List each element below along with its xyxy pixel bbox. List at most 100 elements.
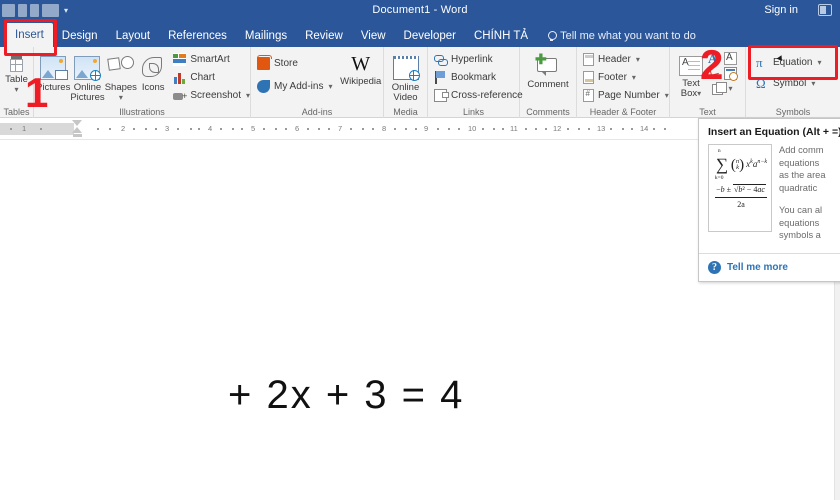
group-label-tables: Tables xyxy=(3,107,30,117)
store-icon xyxy=(257,55,272,70)
screentip-body: n ∑ k=0 (n k) xkan−k −b ± √b² − 4ac 2a Add… xyxy=(699,138,840,242)
group-label-comments: Comments xyxy=(526,107,570,117)
ribbon: Table▾ Tables Pictures Online Pictures xyxy=(0,47,840,118)
group-label-addins: Add-ins xyxy=(301,107,333,117)
tab-references[interactable]: References xyxy=(159,25,236,47)
cross-reference-button[interactable]: Cross-reference xyxy=(434,88,523,103)
page-number-button[interactable]: Page Number ▾ xyxy=(583,88,669,103)
text-box-button[interactable]: Text Box▾ xyxy=(674,49,708,99)
tab-insert[interactable]: Insert xyxy=(6,23,53,47)
date-time-icon[interactable] xyxy=(724,67,738,81)
icons-label: Icons xyxy=(141,82,165,93)
tab-view[interactable]: View xyxy=(352,25,395,47)
my-addins-icon xyxy=(257,80,270,93)
icons-icon xyxy=(140,56,166,80)
document-equation-text[interactable]: + 2x + 3 = 4 xyxy=(228,373,464,418)
ruler-mark: 14 xyxy=(640,124,649,133)
tab-mailings[interactable]: Mailings xyxy=(236,25,296,47)
signature-line-icon[interactable] xyxy=(708,67,721,80)
chevron-down-icon: ▾ xyxy=(14,85,19,94)
store-label: Store xyxy=(274,58,298,69)
header-button[interactable]: Header ▾ xyxy=(583,52,669,67)
tab-review[interactable]: Review xyxy=(296,25,352,47)
smartart-button[interactable]: SmartArt xyxy=(173,52,250,67)
chevron-down-icon: ▾ xyxy=(817,58,822,67)
ribbon-display-options-icon[interactable] xyxy=(818,4,832,16)
ribbon-tabs: Insert Design Layout References Mailings… xyxy=(0,20,840,47)
shapes-label: Shapes xyxy=(104,82,137,93)
tell-me-box[interactable]: Tell me what you want to do xyxy=(547,25,696,47)
chevron-down-icon: ▾ xyxy=(631,73,636,82)
online-pictures-label: Online Pictures xyxy=(70,82,105,103)
tab-design[interactable]: Design xyxy=(53,25,107,47)
pictures-icon xyxy=(40,56,69,80)
new-comment-button[interactable]: ✚ Comment xyxy=(521,49,575,90)
chevron-down-icon: ▾ xyxy=(811,79,816,88)
shapes-button[interactable]: Shapes ▾ xyxy=(105,49,137,103)
screenshot-button[interactable]: + Screenshot ▾ xyxy=(173,88,250,103)
ruler-mark: 5 xyxy=(251,124,256,133)
first-line-indent-marker[interactable] xyxy=(72,120,82,126)
ruler-mark: 1 xyxy=(22,124,27,133)
sigma-icon: ∑ xyxy=(715,155,728,174)
my-addins-label: My Add-ins xyxy=(274,81,324,92)
new-comment-icon: ✚ xyxy=(535,52,561,77)
store-button[interactable]: Store xyxy=(257,55,332,71)
wikipedia-button[interactable]: W Wikipedia xyxy=(338,49,383,87)
left-indent-marker[interactable] xyxy=(72,134,82,137)
symbol-button[interactable]: Ω Symbol ▾ xyxy=(756,76,822,91)
screentip-paragraph-1: Add comm equations as the area quadratic xyxy=(779,145,826,193)
ruler-mark: 11 xyxy=(510,124,518,133)
tab-layout[interactable]: Layout xyxy=(107,25,160,47)
ribbon-group-illustrations: Pictures Online Pictures Shapes ▾ Icons … xyxy=(34,47,251,118)
chevron-down-icon: ▾ xyxy=(245,91,250,100)
my-addins-button[interactable]: My Add-ins ▾ xyxy=(257,79,332,94)
fraction-bar xyxy=(715,197,767,198)
hyperlink-button[interactable]: Hyperlink xyxy=(434,52,523,67)
chevron-down-icon[interactable]: ▾ xyxy=(728,84,732,93)
pictures-button[interactable]: Pictures xyxy=(36,49,70,93)
ribbon-group-media: Online Video Media xyxy=(384,47,428,118)
table-button[interactable]: Table ▾ xyxy=(0,49,33,95)
smartart-label: SmartArt xyxy=(190,54,230,65)
header-footer-small-commands: Header ▾ Footer ▾ Page Number ▾ xyxy=(583,49,669,103)
chart-button[interactable]: Chart xyxy=(173,70,250,85)
quadratic-denominator: 2a xyxy=(737,200,745,209)
equation-button[interactable]: π Equation ▾ xyxy=(756,55,822,70)
ruler-mark: 13 xyxy=(597,124,606,133)
wordart-icon[interactable]: A xyxy=(708,52,721,65)
bookmark-button[interactable]: Bookmark xyxy=(434,70,523,85)
wikipedia-icon: W xyxy=(351,53,371,75)
online-pictures-icon xyxy=(74,56,102,81)
screenshot-label: Screenshot xyxy=(190,90,241,101)
chevron-down-icon: ▾ xyxy=(635,55,640,64)
screentip-paragraph-2: You can al equations symbols a xyxy=(779,205,823,240)
tell-me-more-link[interactable]: Tell me more xyxy=(727,262,788,273)
ribbon-tab-strip: Insert Design Layout References Mailings… xyxy=(0,20,840,47)
addins-small-commands: Store My Add-ins ▾ xyxy=(257,49,332,94)
ruler-mark: 2 xyxy=(121,124,126,133)
wikipedia-label: Wikipedia xyxy=(340,76,382,87)
hanging-indent-marker[interactable] xyxy=(72,127,82,133)
binomial-formula: n ∑ k=0 (n k) xkan−k xyxy=(714,148,768,181)
icons-button[interactable]: Icons xyxy=(137,49,169,93)
footer-button[interactable]: Footer ▾ xyxy=(583,70,669,85)
tab-developer[interactable]: Developer xyxy=(395,25,465,47)
online-video-icon xyxy=(392,56,420,81)
tab-chinh-ta[interactable]: CHÍNH TẢ xyxy=(465,25,537,47)
online-pictures-button[interactable]: Online Pictures xyxy=(70,49,105,103)
online-video-button[interactable]: Online Video xyxy=(384,49,427,103)
group-label-header-footer: Header & Footer xyxy=(589,107,657,117)
page-number-label: Page Number xyxy=(598,90,660,101)
screentip-formula-thumbnail: n ∑ k=0 (n k) xkan−k −b ± √b² − 4ac 2a xyxy=(708,144,772,232)
object-icon[interactable] xyxy=(712,82,728,95)
illustrations-small-commands: SmartArt Chart + Screenshot ▾ xyxy=(173,49,250,103)
tell-me-label: Tell me what you want to do xyxy=(560,30,696,42)
shapes-icon xyxy=(107,56,134,80)
hyperlink-icon xyxy=(434,53,448,66)
screentip-title: Insert an Equation (Alt + =) xyxy=(708,126,840,138)
sign-in-button[interactable]: Sign in xyxy=(764,0,798,20)
symbol-omega-icon: Ω xyxy=(756,76,766,91)
ribbon-group-tables: Table ▾ Tables xyxy=(0,47,34,118)
drop-cap-icon[interactable] xyxy=(724,52,737,65)
